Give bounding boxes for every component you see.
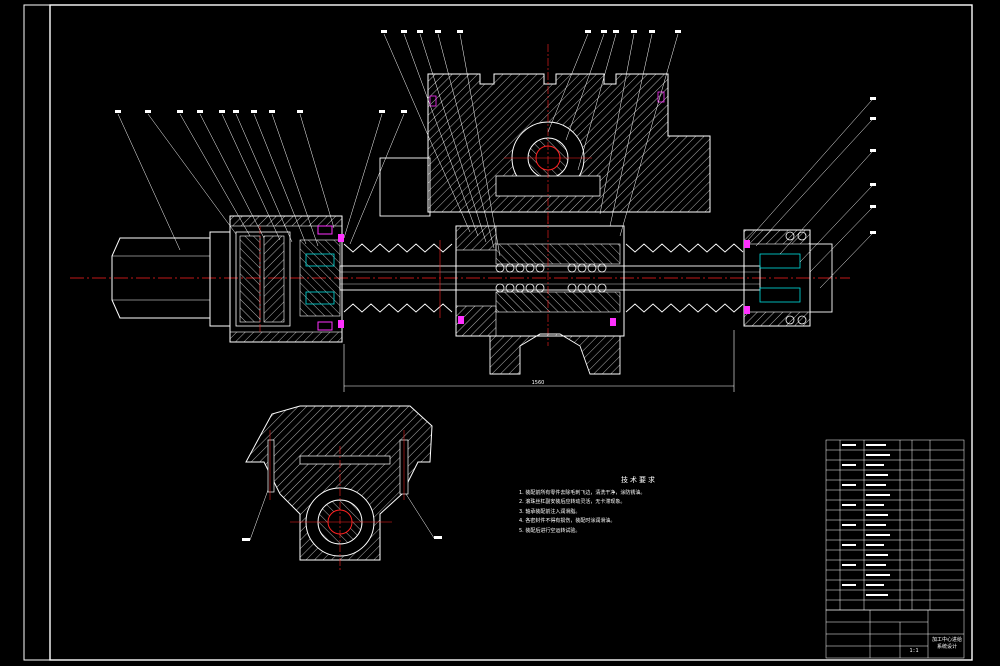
title-block-drawing-name: 加工中心进给系统设计 [931, 637, 962, 650]
title-block-scale: 1:1 [909, 648, 919, 654]
servo-motor [111, 231, 231, 327]
requirement-item: 1. 装配前所有零件去除毛刺飞边，清洗干净，涂防锈油。 [519, 489, 646, 496]
technical-requirements-title: 技术要求 [621, 476, 657, 484]
worktable [379, 44, 711, 226]
section-view [242, 405, 442, 572]
coupling-housing [229, 215, 344, 343]
requirement-item: 4. 各密封件不得有损伤，装配时涂润滑油。 [519, 518, 616, 524]
requirement-item: 3. 轴承装配前注入润滑脂。 [519, 508, 581, 515]
parts-list-table [825, 439, 965, 659]
requirement-item: 5. 装配后进行空运转试验。 [519, 527, 581, 534]
ball-screw-nut [439, 216, 625, 346]
technical-requirements: 技术要求 1. 装配前所有零件去除毛刺飞边，清洗干净，涂防锈油。 2. 滚珠丝杠… [519, 476, 759, 536]
requirement-item: 2. 滚珠丝杠副安装后应转动灵活，无卡滞现象。 [519, 499, 626, 505]
engineering-drawing: 1560 [23, 4, 973, 661]
lower-saddle [489, 333, 621, 375]
length-dimension-value: 1560 [532, 380, 545, 386]
